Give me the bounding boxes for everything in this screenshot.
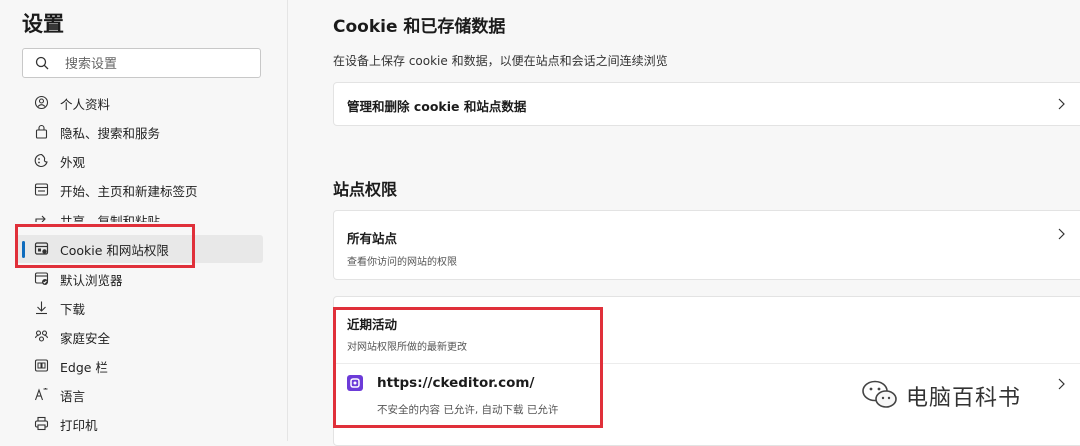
sidebar-item-privacy[interactable]: 隐私、搜索和服务	[16, 118, 263, 146]
search-input[interactable]	[63, 53, 257, 75]
permissions-section-title: 站点权限	[333, 180, 398, 199]
language-icon	[34, 388, 48, 401]
all-sites-subtitle: 查看你访问的网站的权限	[347, 257, 457, 268]
chevron-right-icon	[1058, 98, 1065, 110]
sidebar-item-downloads[interactable]: 下载	[16, 294, 263, 322]
search-icon	[35, 56, 49, 70]
sidebar-item-label: 语言	[60, 389, 86, 404]
start-page-icon	[34, 183, 49, 196]
sidebar-item-appearance[interactable]: 外观	[16, 147, 263, 175]
all-sites-title: 所有站点	[347, 231, 398, 246]
sidebar-item-profile[interactable]: 个人资料	[16, 89, 263, 117]
sidebar-item-edge-bar[interactable]: Edge 栏	[16, 352, 263, 380]
sidebar-item-label: 开始、主页和新建标签页	[60, 184, 198, 199]
manage-cookies-label: 管理和删除 cookie 和站点数据	[347, 99, 527, 114]
sidebar-title: 设置	[22, 12, 64, 36]
settings-sidebar: 设置 个人资料 隐私、搜索和服务 外观	[0, 0, 288, 441]
sidebar-item-label: 个人资料	[60, 97, 111, 112]
manage-cookies-row[interactable]: 管理和删除 cookie 和站点数据	[333, 82, 1080, 126]
sidebar-item-label: 家庭安全	[60, 331, 111, 346]
sidebar-item-default-browser[interactable]: 默认浏览器	[16, 265, 263, 293]
edge-bar-icon	[34, 359, 49, 372]
printer-icon	[34, 416, 49, 431]
default-browser-icon	[34, 272, 49, 285]
sidebar-item-label: 下载	[60, 302, 86, 317]
annotation-highlight-box	[15, 224, 195, 268]
lock-icon	[35, 124, 48, 139]
watermark-text: 电脑百科书	[906, 386, 1022, 411]
sidebar-item-start-page[interactable]: 开始、主页和新建标签页	[16, 176, 263, 204]
sidebar-item-label: 默认浏览器	[60, 273, 123, 288]
cookie-section-description: 在设备上保存 cookie 和数据，以便在站点和会话之间连续浏览	[333, 54, 668, 68]
sidebar-item-printers[interactable]: 打印机	[16, 410, 263, 438]
profile-icon	[34, 95, 49, 110]
sidebar-item-share[interactable]: 共享、复制和粘贴	[16, 212, 263, 222]
family-icon	[34, 330, 49, 342]
all-sites-row[interactable]: 所有站点 查看你访问的网站的权限	[333, 210, 1080, 280]
sidebar-item-label: 外观	[60, 155, 86, 170]
appearance-icon	[34, 153, 48, 168]
sidebar-item-label: 隐私、搜索和服务	[60, 126, 161, 141]
sidebar-item-label: 打印机	[60, 418, 98, 433]
share-icon	[35, 215, 46, 222]
sidebar-item-label: Edge 栏	[60, 360, 108, 375]
sidebar-item-family-safety[interactable]: 家庭安全	[16, 323, 263, 351]
cookie-section-title: Cookie 和已存储数据	[333, 17, 506, 37]
wechat-logo-icon	[862, 380, 897, 408]
sidebar-item-language[interactable]: 语言	[16, 381, 263, 409]
search-box[interactable]	[22, 48, 261, 78]
sidebar-item-label: 共享、复制和粘贴	[60, 214, 161, 222]
chevron-right-icon	[1058, 228, 1065, 240]
download-icon	[36, 301, 47, 315]
annotation-highlight-box	[333, 307, 603, 428]
watermark: 电脑百科书	[860, 372, 1060, 422]
